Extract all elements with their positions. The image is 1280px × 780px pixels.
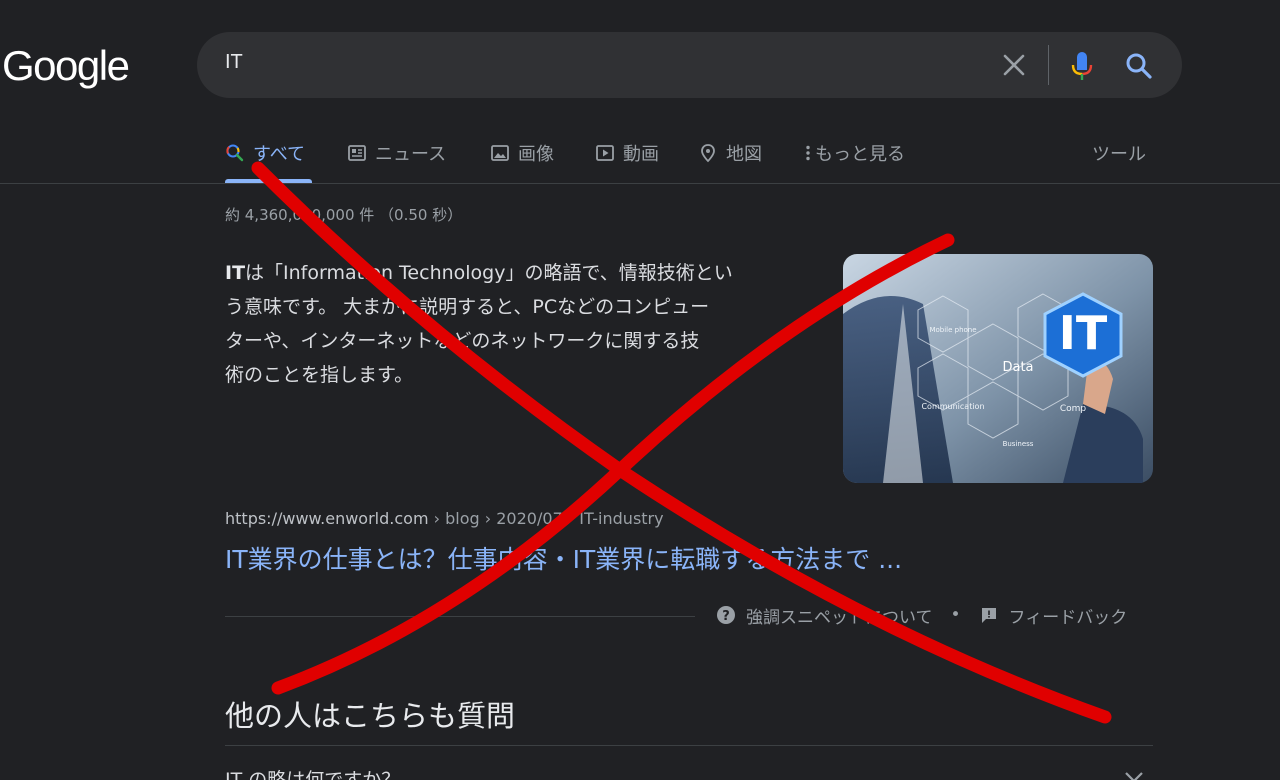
tab-more-label: もっと見る	[815, 144, 905, 165]
tab-news-label: ニュース	[375, 144, 447, 165]
search-icon	[226, 144, 244, 162]
result-url[interactable]: https://www.enworld.com › blog › 2020/07…	[225, 509, 664, 528]
search-results-page: Google IT すべて ニュース 画像 動画 地図 もっと見る ツール 約 …	[0, 0, 1280, 780]
featured-snippet-text: ITは「Information Technology」の略語で、情報技術とい う…	[225, 256, 815, 392]
tab-videos[interactable]: 動画	[595, 138, 659, 168]
snippet-line-2: う意味です。 大まかに説明すると、PCなどのコンピュー	[225, 296, 710, 318]
clear-icon[interactable]	[1001, 52, 1027, 78]
snippet-line-3: ターや、インターネットなどのネットワークに関する技	[225, 330, 700, 352]
people-also-ask-title: 他の人はこちらも質問	[225, 699, 516, 733]
feedback-link[interactable]: フィードバック	[1009, 603, 1128, 628]
result-title-link[interactable]: IT業界の仕事とは？仕事内容・IT業界に転職する方法まで ...	[225, 540, 902, 576]
about-snippet-link[interactable]: 強調スニペットについて	[746, 603, 933, 628]
result-url-path: › blog › 2020/07 › IT-industry	[428, 509, 664, 528]
tools-button[interactable]: ツール	[1092, 138, 1146, 168]
snippet-footer-divider	[225, 616, 695, 617]
search-bar[interactable]: IT	[197, 32, 1182, 98]
chevron-down-icon[interactable]	[1124, 770, 1144, 780]
svg-text:Mobile phone: Mobile phone	[929, 326, 976, 334]
svg-text:?: ?	[722, 609, 730, 624]
svg-text:Business: Business	[1003, 440, 1034, 448]
header-divider	[0, 183, 1280, 184]
tab-images[interactable]: 画像	[490, 138, 554, 168]
help-icon[interactable]: ?	[716, 605, 736, 625]
google-logo[interactable]: Google	[2, 40, 130, 92]
snippet-line-1: は「Information Technology」の略語で、情報技術とい	[245, 262, 733, 284]
microphone-icon[interactable]	[1070, 51, 1094, 81]
image-badge-text: IT	[1059, 306, 1108, 360]
tab-more[interactable]: もっと見る	[803, 138, 905, 168]
news-icon	[348, 145, 366, 161]
footer-separator: •	[950, 605, 961, 625]
tab-maps-label: 地図	[726, 144, 762, 165]
feedback-icon[interactable]	[979, 605, 999, 625]
tab-maps[interactable]: 地図	[698, 138, 762, 168]
svg-text:Communication: Communication	[921, 402, 984, 411]
image-icon	[491, 145, 509, 161]
featured-snippet-image[interactable]: IT Data Communication Business Mobile ph…	[843, 254, 1153, 483]
tab-all[interactable]: すべて	[225, 138, 305, 168]
tab-news[interactable]: ニュース	[347, 138, 446, 168]
search-divider	[1048, 45, 1049, 85]
more-vert-icon	[806, 145, 810, 161]
tab-all-label: すべて	[253, 144, 306, 165]
snippet-bold-term: IT	[225, 262, 246, 284]
people-also-ask-divider	[225, 745, 1153, 746]
video-icon	[596, 145, 614, 161]
tab-videos-label: 動画	[623, 144, 659, 165]
result-url-domain: https://www.enworld.com	[225, 509, 429, 528]
map-pin-icon	[701, 144, 715, 163]
search-icon[interactable]	[1125, 52, 1153, 80]
snippet-footer: ? 強調スニペットについて • フィードバック	[716, 602, 1127, 628]
svg-text:Comp: Comp	[1060, 404, 1087, 414]
result-stats: 約 4,360,000,000 件 （0.50 秒）	[225, 206, 463, 224]
snippet-line-4: 術のことを指します。	[225, 364, 414, 386]
svg-text:Data: Data	[1002, 360, 1033, 375]
tab-images-label: 画像	[518, 144, 554, 165]
people-also-ask-question[interactable]: IT の略は何ですか？	[225, 765, 400, 780]
search-input[interactable]: IT	[225, 51, 243, 74]
